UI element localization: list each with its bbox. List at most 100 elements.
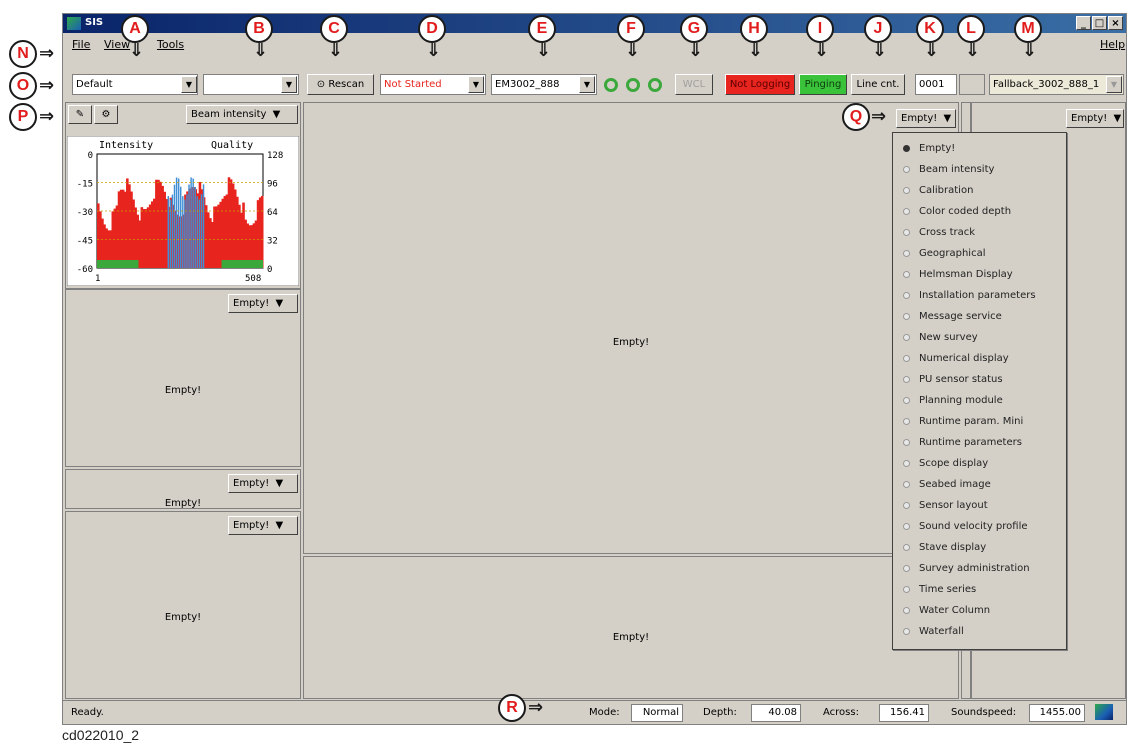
callout-f: F	[617, 15, 645, 43]
quality-bar	[180, 186, 182, 268]
menu-item-label: Sound velocity profile	[919, 521, 1028, 532]
minimize-button[interactable]: _	[1076, 16, 1091, 30]
left-tick-label: -30	[77, 208, 93, 218]
callout-m: M	[1014, 15, 1042, 43]
beam-intensity-dropdown[interactable]: Beam intensity ▼	[186, 105, 298, 124]
menu-item[interactable]: Sensor layout	[893, 495, 1066, 516]
menu-item[interactable]: Installation parameters	[893, 285, 1066, 306]
close-button[interactable]: ×	[1108, 16, 1123, 30]
wcl-button[interactable]: WCL	[675, 74, 713, 95]
logging-button[interactable]: Not Logging	[725, 74, 795, 95]
chevron-down-icon[interactable]: ▼	[1106, 76, 1122, 93]
maximize-button[interactable]: □	[1092, 16, 1107, 30]
caret-down-icon: ▼	[275, 478, 284, 489]
menu-item[interactable]: Empty!	[893, 138, 1066, 159]
menu-item[interactable]: Runtime parameters	[893, 432, 1066, 453]
left-panel-4: Empty! ▼ Empty!	[65, 511, 301, 699]
main-panel-dropdown[interactable]: Empty! ▼	[896, 109, 956, 128]
right-tick-label: 96	[267, 180, 278, 190]
fallback-select[interactable]: Fallback_3002_888_1	[989, 74, 1124, 95]
quality-bar	[192, 178, 194, 268]
profile-select[interactable]: Default	[72, 74, 198, 95]
ping-icon-3[interactable]	[648, 78, 662, 92]
left-panel-3: Empty! ▼ Empty!	[65, 469, 301, 509]
menu-tools[interactable]: Tools	[157, 38, 184, 51]
menu-item[interactable]: Stave display	[893, 537, 1066, 558]
callout-arrow-down: ⇓	[625, 40, 641, 61]
rescan-button[interactable]: ⊙ Rescan	[307, 74, 374, 95]
menu-item[interactable]: Beam intensity	[893, 159, 1066, 180]
mode-value: Normal	[631, 704, 683, 722]
chevron-down-icon[interactable]: ▼	[281, 76, 297, 93]
radio-icon	[903, 376, 910, 383]
callout-arrow-down: ⇓	[1022, 40, 1038, 61]
menu-item[interactable]: Planning module	[893, 390, 1066, 411]
settings-icon[interactable]: ⚙	[94, 105, 118, 124]
caret-down-icon: ▼	[943, 113, 952, 124]
line-number-field[interactable]: 0001	[915, 74, 957, 95]
radio-icon	[903, 208, 910, 215]
callout-j: J	[864, 15, 892, 43]
menu-item[interactable]: Numerical display	[893, 348, 1066, 369]
right-tick-label: 64	[267, 208, 278, 218]
menu-item-label: Calibration	[919, 185, 974, 196]
radio-icon	[903, 250, 910, 257]
menu-item[interactable]: Helmsman Display	[893, 264, 1066, 285]
menu-item[interactable]: PU sensor status	[893, 369, 1066, 390]
tools-icon[interactable]: ✎	[68, 105, 92, 124]
dropdown-label: Empty!	[1071, 113, 1108, 124]
radio-icon	[903, 586, 910, 593]
callout-r: R	[498, 694, 526, 722]
right-panel-dropdown[interactable]: Empty! ▼	[1066, 109, 1124, 128]
menu-item[interactable]: Runtime param. Mini	[893, 411, 1066, 432]
menu-item[interactable]: Cross track	[893, 222, 1066, 243]
menu-item-label: Planning module	[919, 395, 1003, 406]
menu-item[interactable]: Seabed image	[893, 474, 1066, 495]
menu-item[interactable]: Waterfall	[893, 621, 1066, 642]
menu-item[interactable]: Color coded depth	[893, 201, 1066, 222]
panel-dropdown[interactable]: Empty! ▼	[228, 474, 298, 493]
callout-arrow-down: ⇓	[924, 40, 940, 61]
menu-item[interactable]: Calibration	[893, 180, 1066, 201]
menu-item-label: New survey	[919, 332, 978, 343]
callout-d: D	[418, 15, 446, 43]
menu-item[interactable]: Time series	[893, 579, 1066, 600]
menu-item[interactable]: Water Column	[893, 600, 1066, 621]
menu-item[interactable]: Survey administration	[893, 558, 1066, 579]
callout-n: N	[9, 40, 37, 68]
chevron-down-icon[interactable]: ▼	[181, 76, 197, 93]
empty-label: Empty!	[164, 385, 202, 396]
pinging-button[interactable]: Pinging	[799, 74, 847, 95]
ping-icon-1[interactable]	[604, 78, 618, 92]
depth-value: 40.08	[751, 704, 801, 722]
quality-bar	[190, 177, 192, 268]
ping-icon-2[interactable]	[626, 78, 640, 92]
blank-field	[959, 74, 985, 95]
chevron-down-icon[interactable]: ▼	[468, 76, 484, 93]
callout-arrow-right: ⇒	[871, 106, 887, 127]
menu-item[interactable]: Message service	[893, 306, 1066, 327]
menu-item[interactable]: Scope display	[893, 453, 1066, 474]
line-count-button[interactable]: Line cnt.	[851, 74, 905, 95]
menu-file[interactable]: File	[72, 38, 90, 51]
menu-item[interactable]: New survey	[893, 327, 1066, 348]
callout-arrow-down: ⇓	[129, 40, 145, 61]
callout-arrow-down: ⇓	[748, 40, 764, 61]
panel-dropdown[interactable]: Empty! ▼	[228, 516, 298, 535]
menu-item-label: Cross track	[919, 227, 976, 238]
across-label: Across:	[823, 707, 859, 718]
chevron-down-icon[interactable]: ▼	[579, 76, 595, 93]
callout-arrow-down: ⇓	[872, 40, 888, 61]
empty-label: Empty!	[612, 632, 650, 643]
depth-label: Depth:	[703, 707, 737, 718]
menu-item[interactable]: Geographical	[893, 243, 1066, 264]
menu-item[interactable]: Sound velocity profile	[893, 516, 1066, 537]
menu-item-label: Beam intensity	[919, 164, 995, 175]
empty-label: Empty!	[164, 612, 202, 623]
panel-dropdown[interactable]: Empty! ▼	[228, 294, 298, 313]
callout-arrow-down: ⇓	[536, 40, 552, 61]
sis-logo-icon	[67, 17, 81, 30]
callout-p: P	[9, 103, 37, 131]
menu-item-label: Runtime param. Mini	[919, 416, 1024, 427]
menu-help[interactable]: Help	[1100, 38, 1125, 51]
